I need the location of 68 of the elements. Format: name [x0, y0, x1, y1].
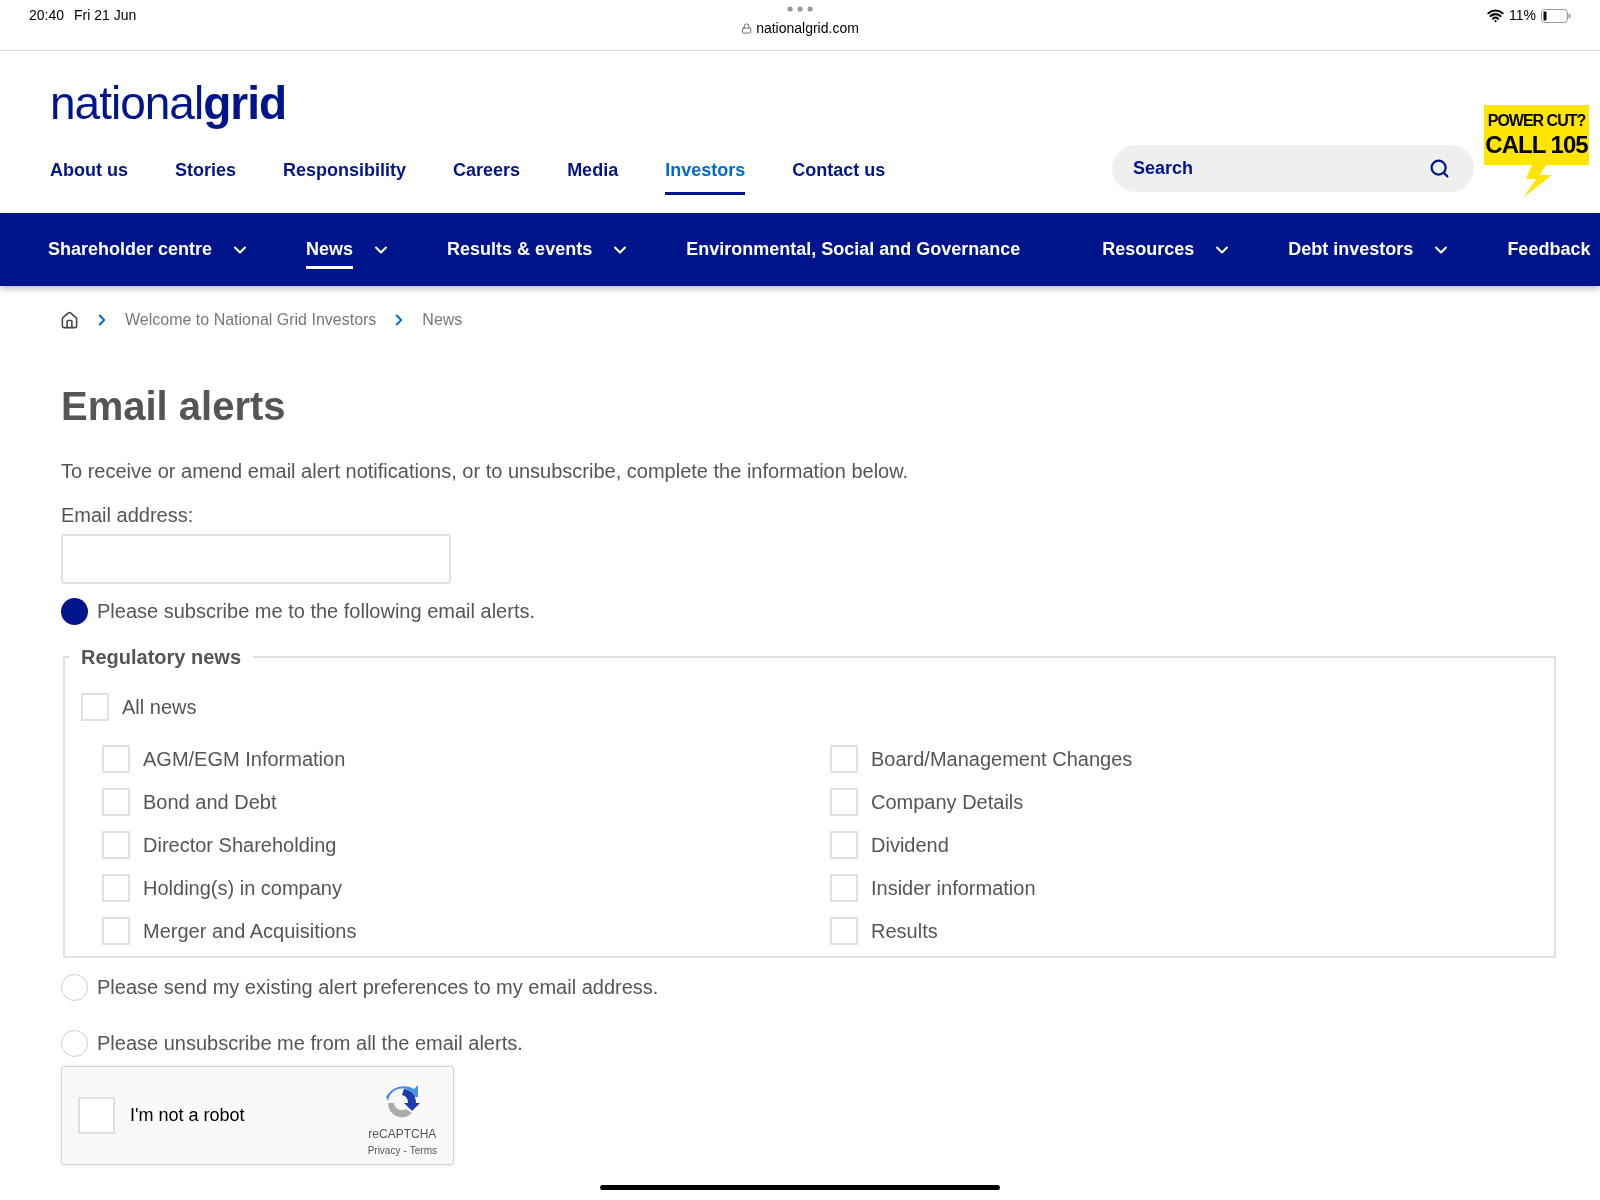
section-nav-link[interactable]: Results & events — [447, 236, 593, 269]
checkbox-label[interactable]: AGM/EGM Information — [143, 744, 346, 774]
checkbox-label[interactable]: Dividend — [871, 830, 949, 860]
nav-link[interactable]: Investors — [665, 157, 746, 195]
intro-text: To receive or amend email alert notifications, or to unsubscribe, complete the information below. — [61, 459, 910, 484]
status-time: 20:40 — [29, 6, 65, 25]
nav-link[interactable]: Contact us — [792, 157, 886, 195]
option-label[interactable]: Please unsubscribe me from all the email alerts. — [97, 1028, 523, 1058]
section-nav-link[interactable]: Debt investors — [1288, 236, 1414, 269]
nav-link[interactable]: About us — [50, 157, 128, 195]
checkbox[interactable] — [81, 693, 109, 721]
checkbox[interactable] — [102, 831, 130, 859]
checkbox-label[interactable]: Board/Management Changes — [871, 744, 1133, 774]
checkbox[interactable] — [102, 745, 130, 773]
checkbox[interactable] — [102, 874, 130, 902]
search-field[interactable]: Search — [1112, 145, 1474, 192]
radio-button[interactable] — [61, 1029, 88, 1057]
search-icon[interactable] — [1429, 158, 1450, 179]
nav-link[interactable]: Stories — [175, 157, 237, 195]
checkbox-label[interactable]: Company Details — [871, 787, 1024, 817]
nav-link[interactable]: Responsibility — [283, 157, 407, 195]
email-label: Email address: — [61, 503, 195, 528]
more-icon[interactable] — [787, 6, 813, 12]
link-separator: - — [403, 1144, 407, 1158]
home-indicator[interactable] — [600, 1185, 1000, 1190]
section-nav-link[interactable]: Shareholder centre — [48, 236, 213, 269]
checkbox[interactable] — [830, 745, 858, 773]
terms-link[interactable]: Terms — [409, 1143, 437, 1158]
wifi-icon — [1487, 7, 1504, 24]
checkbox-label[interactable]: Director Shareholding — [143, 830, 337, 860]
breadcrumb-link[interactable]: News — [422, 308, 463, 332]
checkbox-label[interactable]: Bond and Debt — [143, 787, 277, 817]
home-icon[interactable] — [60, 310, 79, 330]
checkbox[interactable] — [102, 788, 130, 816]
nav-link[interactable]: Careers — [453, 157, 521, 195]
battery-icon — [1541, 8, 1571, 23]
section-nav-link[interactable]: Resources — [1102, 236, 1195, 269]
checkbox-label[interactable]: Holding(s) in company — [143, 873, 342, 903]
option-label[interactable]: Please subscribe me to the following email alerts. — [97, 596, 535, 626]
status-date: Fri 21 Jun — [74, 6, 137, 25]
checkbox[interactable] — [830, 874, 858, 902]
captcha-label: I'm not a robot — [130, 1104, 246, 1127]
page-title: Email alerts — [61, 383, 287, 430]
nav-link[interactable]: Media — [567, 157, 619, 195]
section-nav-link[interactable]: Environmental, Social and Governance — [686, 236, 1021, 269]
breadcrumb-link[interactable]: Welcome to National Grid Investors — [125, 308, 377, 332]
privacy-link[interactable]: Privacy — [367, 1143, 401, 1158]
section-nav-link[interactable]: News — [306, 236, 354, 269]
captcha-brand: reCAPTCHA — [368, 1126, 437, 1143]
url-text[interactable]: nationalgrid.com — [756, 18, 859, 39]
radio-button[interactable] — [61, 597, 88, 625]
group-legend: Regulatory news — [69, 642, 254, 672]
logo[interactable]: nationalgrid — [50, 77, 287, 129]
section-nav-link[interactable]: Feedback — [1507, 236, 1591, 269]
checkbox[interactable] — [830, 788, 858, 816]
checkbox-label[interactable]: Insider information — [871, 873, 1036, 903]
option-label[interactable]: Please send my existing alert preferences to my email address. — [97, 972, 659, 1002]
checkbox-label[interactable]: All news — [122, 692, 197, 722]
checkbox-label[interactable]: Results — [871, 916, 938, 946]
checkbox[interactable] — [830, 831, 858, 859]
captcha-checkbox[interactable] — [78, 1097, 115, 1134]
checkbox-label[interactable]: Merger and Acquisitions — [143, 916, 357, 946]
email-input[interactable] — [61, 534, 451, 584]
checkbox[interactable] — [830, 917, 858, 945]
checkbox[interactable] — [102, 917, 130, 945]
battery-level: 11% — [1509, 6, 1536, 25]
radio-button[interactable] — [61, 973, 88, 1001]
lock-icon — [741, 23, 753, 34]
